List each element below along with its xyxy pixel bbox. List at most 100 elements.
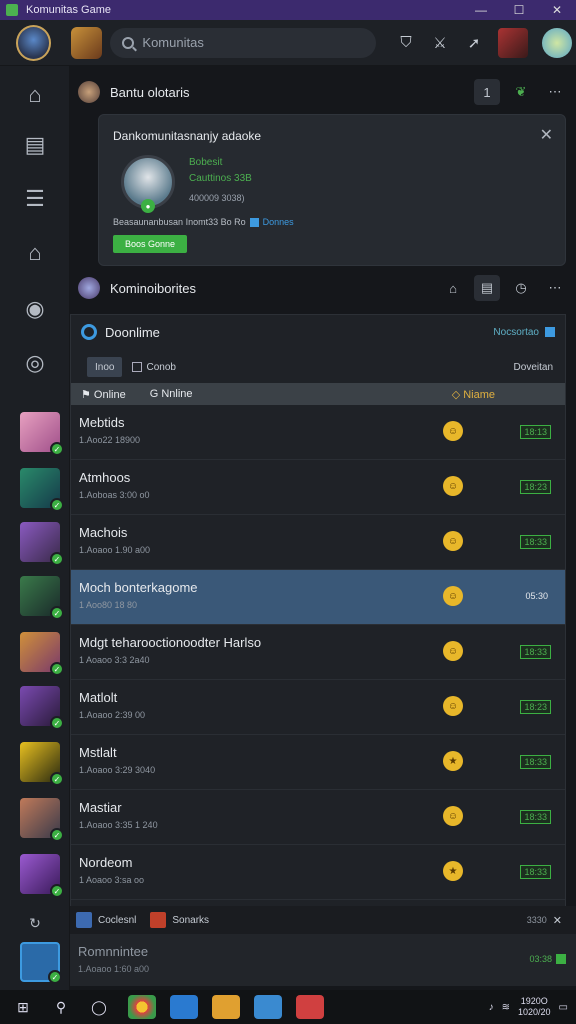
subbar-item-1[interactable]: Coclesnl xyxy=(98,915,136,926)
settings-icon[interactable]: ◎ xyxy=(18,346,52,380)
message-icon[interactable]: ◉ xyxy=(18,292,52,326)
hero-portrait[interactable] xyxy=(497,27,528,58)
friend-avatar[interactable]: ✓ xyxy=(20,522,64,566)
promo-action-button[interactable]: Boos Gonne xyxy=(113,235,187,253)
list-item[interactable]: Mebtids 1.Aoo22 18900 ☺ 18:13 xyxy=(71,405,565,460)
document-icon[interactable]: ▤ xyxy=(474,275,500,301)
minimize-button[interactable]: — xyxy=(462,0,500,20)
list-item[interactable]: Atmhoos 1.Aoboas 3:00 o0 ☺ 18:23 xyxy=(71,460,565,515)
list-icon[interactable]: ☰ xyxy=(18,182,52,216)
filter-tab[interactable]: Inoo xyxy=(87,357,123,377)
promo-info-link[interactable]: Donnes xyxy=(263,217,294,227)
clock-icon[interactable]: ◷ xyxy=(508,275,534,301)
list-item[interactable]: Matlolt 1.Aoaoo 2:39 00 ☺ 18:23 xyxy=(71,680,565,735)
column-name[interactable]: ◇ Niame xyxy=(452,388,495,401)
home-icon[interactable]: ⌂ xyxy=(18,78,52,112)
friend-avatar[interactable]: ✓ xyxy=(20,686,64,730)
row-sub: 1 Aoaoo 3:sa oo xyxy=(79,875,145,885)
panel-right-label[interactable]: Nocsortao xyxy=(493,327,539,338)
row-time: 03:38 xyxy=(529,954,552,964)
browser-icon[interactable] xyxy=(128,995,156,1019)
friend-avatar[interactable]: ✓ xyxy=(20,742,64,786)
column-online-2[interactable]: G Nnline xyxy=(150,388,193,400)
expand-icon[interactable] xyxy=(545,327,555,337)
emoji-icon[interactable]: ☺ xyxy=(443,696,463,716)
promo-title: Dankomunitasnanjy adaoke xyxy=(113,129,262,143)
checkbox-icon[interactable] xyxy=(249,218,259,228)
notification-icon[interactable]: ▭ xyxy=(559,1002,568,1013)
search-icon[interactable]: ⚲ xyxy=(46,994,76,1020)
row-sub: 1.Aoo22 18900 xyxy=(79,435,141,445)
windows-start-icon[interactable]: ⊞ xyxy=(8,994,38,1020)
sort-button[interactable]: Conob xyxy=(132,362,176,373)
friend-avatar[interactable]: ✓ xyxy=(20,576,64,620)
emoji-icon[interactable]: ☺ xyxy=(443,531,463,551)
chat-icon[interactable]: ◯ xyxy=(84,994,114,1020)
emoji-icon[interactable]: ★ xyxy=(443,861,463,881)
row-time: 18:33 xyxy=(520,810,551,824)
group-icon[interactable] xyxy=(76,912,92,928)
profile-avatar[interactable] xyxy=(16,24,52,61)
community-avatar[interactable] xyxy=(78,277,100,299)
row-name: Mstlalt xyxy=(79,745,117,760)
list-item[interactable]: Moch bonterkagome 1 Aoo80 18 80 ☺ 05:30 xyxy=(71,570,565,625)
friend-avatar[interactable]: ✓ xyxy=(20,854,64,898)
friend-avatar[interactable]: ✓ xyxy=(20,468,64,512)
subbar-item-2[interactable]: Sonarks xyxy=(172,915,209,926)
maximize-button[interactable]: ☐ xyxy=(500,0,538,20)
more-icon[interactable]: ⋯ xyxy=(542,275,568,301)
filter-row: Inoo Conob Doveitan xyxy=(71,355,565,379)
column-online-1[interactable]: ⚑ Online xyxy=(81,388,126,401)
app-icon[interactable] xyxy=(254,995,282,1019)
feed-avatar[interactable] xyxy=(78,81,100,103)
emoji-icon[interactable]: ☺ xyxy=(443,421,463,441)
filter-right-label[interactable]: Doveitan xyxy=(514,362,553,373)
row-name: Mdgt teharooctionoodter Harlso xyxy=(79,635,262,650)
row-sub: 1.Aoaoo 1:60 a00 xyxy=(78,964,150,974)
list-item[interactable]: Romnnintee 1.Aoaoo 1:60 a00 03:38 xyxy=(70,934,576,986)
emoji-icon[interactable]: ☺ xyxy=(443,586,463,606)
row-time: 18:33 xyxy=(520,535,551,549)
refresh-icon[interactable]: ↻ xyxy=(18,906,52,940)
search-input[interactable]: Komunitas xyxy=(110,27,376,58)
notification-count-button[interactable]: 1 xyxy=(474,79,500,105)
home-icon[interactable]: ⌂ xyxy=(440,275,466,301)
close-button[interactable]: ✕ xyxy=(538,0,576,20)
volume-icon[interactable]: ♪ xyxy=(489,1002,494,1013)
leaf-icon[interactable]: ❦ xyxy=(508,79,534,105)
wifi-icon[interactable]: ≋ xyxy=(502,1002,510,1013)
user-avatar[interactable] xyxy=(541,27,572,58)
friend-avatar[interactable]: ✓ xyxy=(20,632,64,676)
row-name: Atmhoos xyxy=(79,470,131,485)
close-icon[interactable]: ✕ xyxy=(540,125,553,145)
row-name: Moch bonterkagome xyxy=(79,580,198,595)
friend-avatar[interactable]: ✓ xyxy=(20,942,62,984)
emoji-icon[interactable]: ★ xyxy=(443,751,463,771)
folder-icon[interactable] xyxy=(212,995,240,1019)
list-item[interactable]: Mstlalt 1.Aoaoo 3:29 3040 ★ 18:33 xyxy=(71,735,565,790)
sword-icon[interactable]: ⚔ xyxy=(430,33,450,53)
list-item[interactable]: Nordeom 1 Aoaoo 3:sa oo ★ 18:33 xyxy=(71,845,565,900)
check-icon[interactable] xyxy=(556,954,566,964)
more-icon[interactable]: ⋯ xyxy=(542,79,568,105)
chat-icon[interactable]: ▤ xyxy=(18,128,52,162)
close-icon[interactable]: ✕ xyxy=(553,914,562,927)
clock[interactable]: 1920O 1020/20 xyxy=(518,996,551,1018)
emoji-icon[interactable]: ☺ xyxy=(443,806,463,826)
list-item[interactable]: Mastiar 1.Aoaoo 3:35 1 240 ☺ 18:33 xyxy=(71,790,565,845)
store-icon[interactable]: ⌂ xyxy=(18,236,52,270)
share-icon[interactable]: ➚ xyxy=(464,33,484,53)
friend-avatar[interactable]: ✓ xyxy=(20,798,64,842)
panel-title: Doonlime xyxy=(105,324,160,340)
shield-icon[interactable]: ⛉ xyxy=(396,33,416,53)
fire-icon[interactable] xyxy=(150,912,167,928)
game-app-icon[interactable] xyxy=(296,995,324,1019)
emoji-icon[interactable]: ☺ xyxy=(443,476,463,496)
friend-avatar[interactable]: ✓ xyxy=(20,412,64,456)
emoji-icon[interactable]: ☺ xyxy=(443,641,463,661)
online-icon: ✓ xyxy=(50,772,64,786)
store-icon[interactable] xyxy=(170,995,198,1019)
list-item[interactable]: Machois 1.Aoaoo 1.90 a00 ☺ 18:33 xyxy=(71,515,565,570)
list-item[interactable]: Mdgt teharooctionoodter Harlso 1 Aoaoo 3:… xyxy=(71,625,565,680)
game-thumbnail[interactable] xyxy=(71,26,103,59)
